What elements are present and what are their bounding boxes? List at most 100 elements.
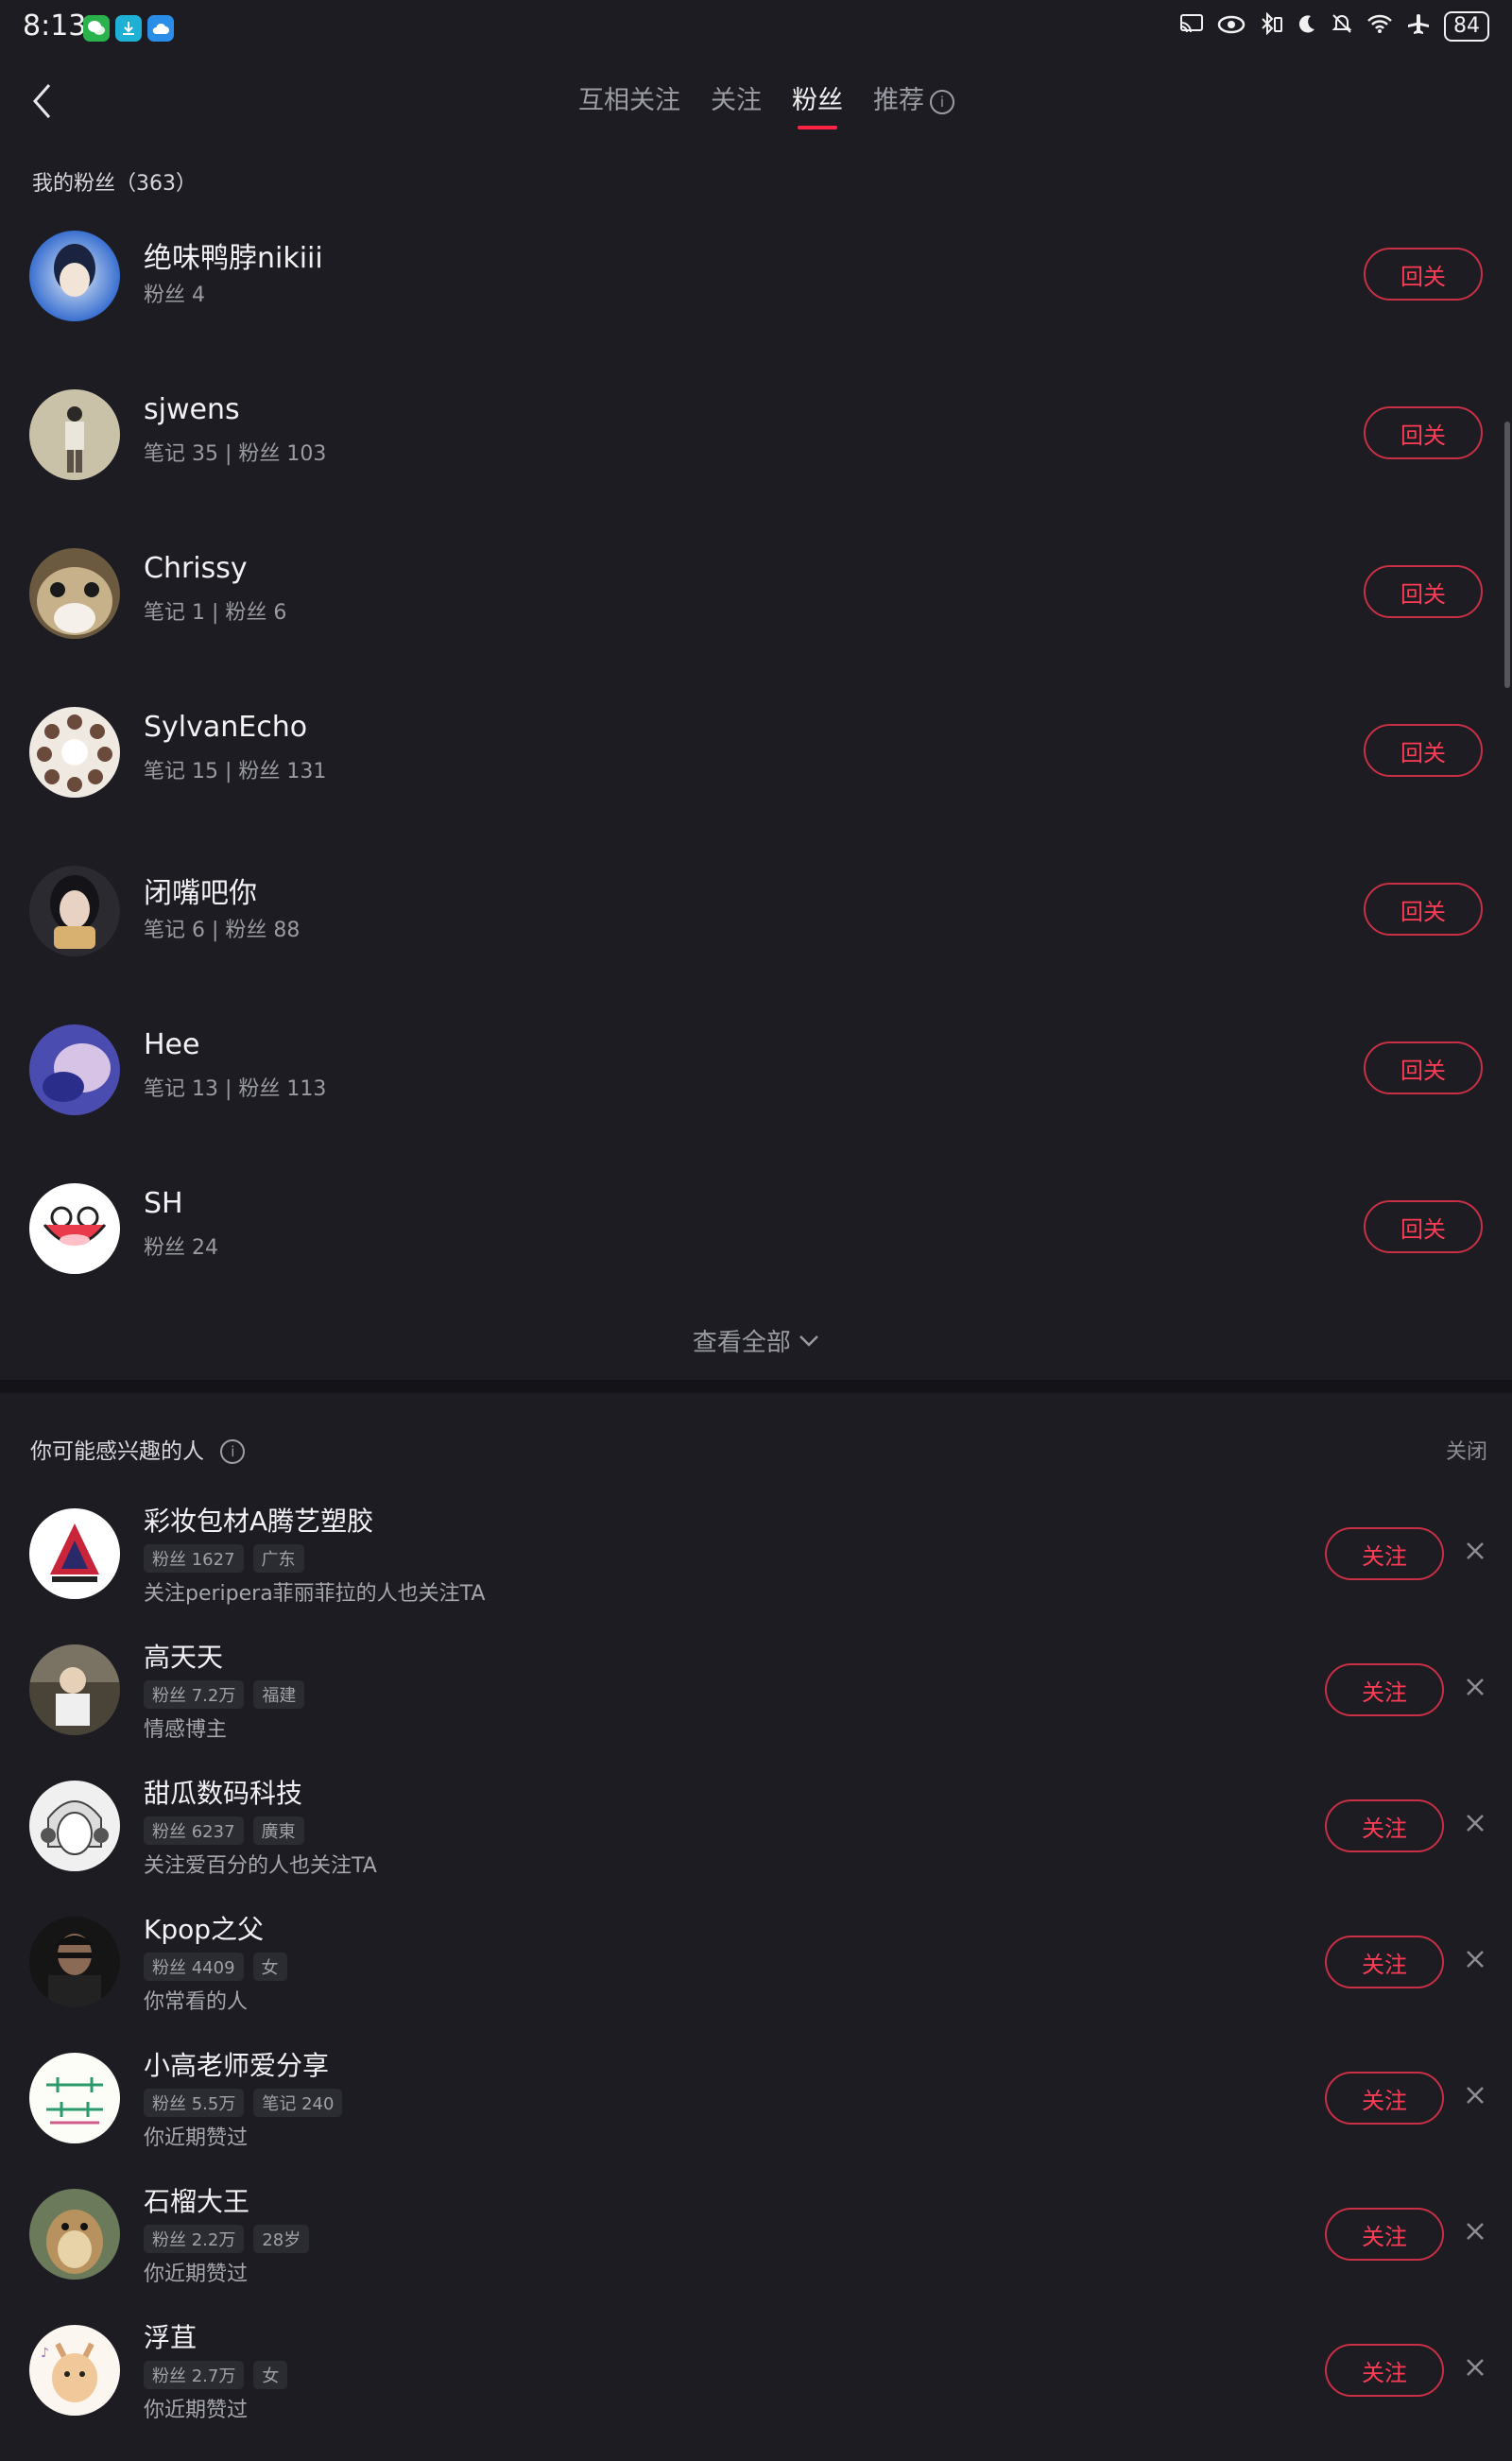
close-icon[interactable]	[1461, 1809, 1489, 1837]
recommend-row[interactable]: 高天天 粉丝 7.2万 福建 情感博主 关注	[0, 1642, 1512, 1781]
user-name: 石榴大王	[144, 2186, 250, 2217]
avatar[interactable]	[29, 1917, 120, 2007]
avatar[interactable]	[29, 707, 120, 798]
recommend-row[interactable]: 小高老师爱分享 粉丝 5.5万 笔记 240 你近期赞过 关注	[0, 2050, 1512, 2189]
top-navigation: 互相关注 关注 粉丝 推荐 i	[0, 59, 1512, 144]
tag: 粉丝 5.5万	[144, 2089, 245, 2117]
tag: 粉丝 6237	[144, 1816, 244, 1845]
tag: 粉丝 2.7万	[144, 2361, 245, 2389]
follower-name: 绝味鸭脖nikiii	[144, 242, 323, 275]
follow-back-button[interactable]: 回关	[1364, 565, 1483, 618]
tag: 廣東	[252, 1816, 304, 1845]
avatar[interactable]	[29, 1024, 120, 1115]
wechat-icon	[83, 15, 110, 42]
follow-button[interactable]: 关注	[1325, 2344, 1444, 2397]
recommend-reason: 情感博主	[144, 1718, 228, 1742]
mute-icon	[1331, 12, 1353, 41]
avatar[interactable]	[29, 1508, 120, 1599]
follower-stats: 笔记 13 | 粉丝 113	[144, 1077, 327, 1101]
follower-name: sjwens	[144, 393, 240, 426]
user-name: 浮苴	[144, 2322, 198, 2353]
close-icon[interactable]	[1461, 2081, 1489, 2109]
follow-button[interactable]: 关注	[1325, 1799, 1444, 1852]
tag: 粉丝 2.2万	[144, 2225, 245, 2253]
follow-button[interactable]: 关注	[1325, 1527, 1444, 1580]
eye-icon	[1217, 13, 1246, 40]
follower-row[interactable]: sjwens 笔记 35 | 粉丝 103 回关	[0, 389, 1512, 548]
follower-row[interactable]: SylvanEcho 笔记 15 | 粉丝 131 回关	[0, 707, 1512, 866]
status-bar: 8:13 84	[0, 0, 1512, 59]
recommend-reason: 关注爱百分的人也关注TA	[144, 1854, 377, 1878]
view-all-label: 查看全部	[692, 1329, 791, 1357]
follow-back-button[interactable]: 回关	[1364, 724, 1483, 777]
recommend-row[interactable]: ♪ 浮苴 粉丝 2.7万女 你近期赞过 关注	[0, 2322, 1512, 2461]
recommend-close-button[interactable]: 关闭	[1446, 1435, 1487, 1465]
follow-button[interactable]: 关注	[1325, 1936, 1444, 1988]
tag: 粉丝 4409	[144, 1953, 244, 1981]
download-icon	[115, 15, 142, 42]
recommend-reason: 关注peripera菲丽菲拉的人也关注TA	[144, 1582, 486, 1606]
follow-back-button[interactable]: 回关	[1364, 248, 1483, 301]
follow-back-button[interactable]: 回关	[1364, 406, 1483, 459]
close-icon[interactable]	[1461, 2217, 1489, 2246]
follower-row[interactable]: SH 粉丝 24 回关	[0, 1183, 1512, 1342]
close-icon[interactable]	[1461, 1537, 1489, 1565]
follower-stats: 笔记 6 | 粉丝 88	[144, 919, 301, 942]
avatar[interactable]	[29, 1781, 120, 1871]
tab-followers[interactable]: 粉丝	[792, 79, 843, 129]
follower-name: 闭嘴吧你	[144, 877, 257, 910]
avatar[interactable]	[29, 548, 120, 639]
user-name: 彩妆包材A腾艺塑胶	[144, 1506, 374, 1537]
recommend-title-label: 你可能感兴趣的人	[30, 1439, 204, 1464]
bluetooth-icon	[1259, 11, 1283, 41]
user-name: Kpop之父	[144, 1914, 265, 1945]
avatar[interactable]	[29, 866, 120, 956]
recommend-row[interactable]: 彩妆包材A腾艺塑胶 粉丝 1627 广东 关注peripera菲丽菲拉的人也关注T…	[0, 1506, 1512, 1644]
follow-back-button[interactable]: 回关	[1364, 883, 1483, 936]
avatar[interactable]	[29, 1644, 120, 1735]
section-divider	[0, 1380, 1512, 1393]
close-icon[interactable]	[1461, 1673, 1489, 1701]
tag: 粉丝 7.2万	[144, 1680, 245, 1709]
avatar[interactable]	[29, 231, 120, 321]
follower-stats: 粉丝 4	[144, 284, 205, 307]
recommend-row[interactable]: 甜瓜数码科技 粉丝 6237 廣東 关注爱百分的人也关注TA 关注	[0, 1778, 1512, 1917]
tab-mutual[interactable]: 互相关注	[578, 79, 680, 129]
follower-stats: 粉丝 24	[144, 1236, 218, 1260]
follow-button[interactable]: 关注	[1325, 2072, 1444, 2125]
back-button[interactable]	[23, 77, 60, 125]
avatar[interactable]	[29, 1183, 120, 1274]
close-icon[interactable]	[1461, 2353, 1489, 2382]
follow-button[interactable]: 关注	[1325, 1663, 1444, 1716]
follower-row[interactable]: 绝味鸭脖nikiii 粉丝 4 回关	[0, 231, 1512, 389]
wifi-icon	[1366, 13, 1393, 40]
avatar[interactable]	[29, 2053, 120, 2143]
recommend-row[interactable]: 石榴大王 粉丝 2.2万 28岁 你近期赞过 关注	[0, 2186, 1512, 2325]
follower-row[interactable]: Chrissy 笔记 1 | 粉丝 6 回关	[0, 548, 1512, 707]
tab-following[interactable]: 关注	[711, 79, 762, 129]
info-icon[interactable]: i	[220, 1439, 246, 1464]
recommend-reason: 你近期赞过	[144, 2126, 249, 2150]
moon-icon	[1297, 13, 1317, 40]
scrollbar[interactable]	[1504, 422, 1510, 688]
follow-back-button[interactable]: 回关	[1364, 1200, 1483, 1253]
info-icon[interactable]: i	[930, 90, 954, 114]
follower-row[interactable]: Hee 笔记 13 | 粉丝 113 回关	[0, 1024, 1512, 1183]
avatar[interactable]: ♪	[29, 2325, 120, 2416]
tag: 28岁	[253, 2225, 310, 2253]
avatar[interactable]	[29, 2189, 120, 2280]
recommend-row[interactable]: Kpop之父 粉丝 4409 女 你常看的人 关注	[0, 1914, 1512, 2053]
follow-back-button[interactable]: 回关	[1364, 1041, 1483, 1094]
tab-recommend[interactable]: 推荐 i	[873, 79, 954, 129]
follower-row[interactable]: 闭嘴吧你 笔记 6 | 粉丝 88 回关	[0, 866, 1512, 1024]
tag: 福建	[253, 1680, 305, 1709]
airplane-icon	[1406, 12, 1431, 41]
recommend-title: 你可能感兴趣的人 i	[30, 1433, 246, 1465]
cloud-icon	[147, 15, 174, 42]
close-icon[interactable]	[1461, 1945, 1489, 1973]
avatar[interactable]	[29, 389, 120, 480]
tab-bar: 互相关注 关注 粉丝 推荐 i	[578, 79, 954, 129]
follow-button[interactable]: 关注	[1325, 2208, 1444, 2261]
follower-stats: 笔记 1 | 粉丝 6	[144, 601, 287, 625]
view-all-button[interactable]: 查看全部	[0, 1323, 1512, 1358]
